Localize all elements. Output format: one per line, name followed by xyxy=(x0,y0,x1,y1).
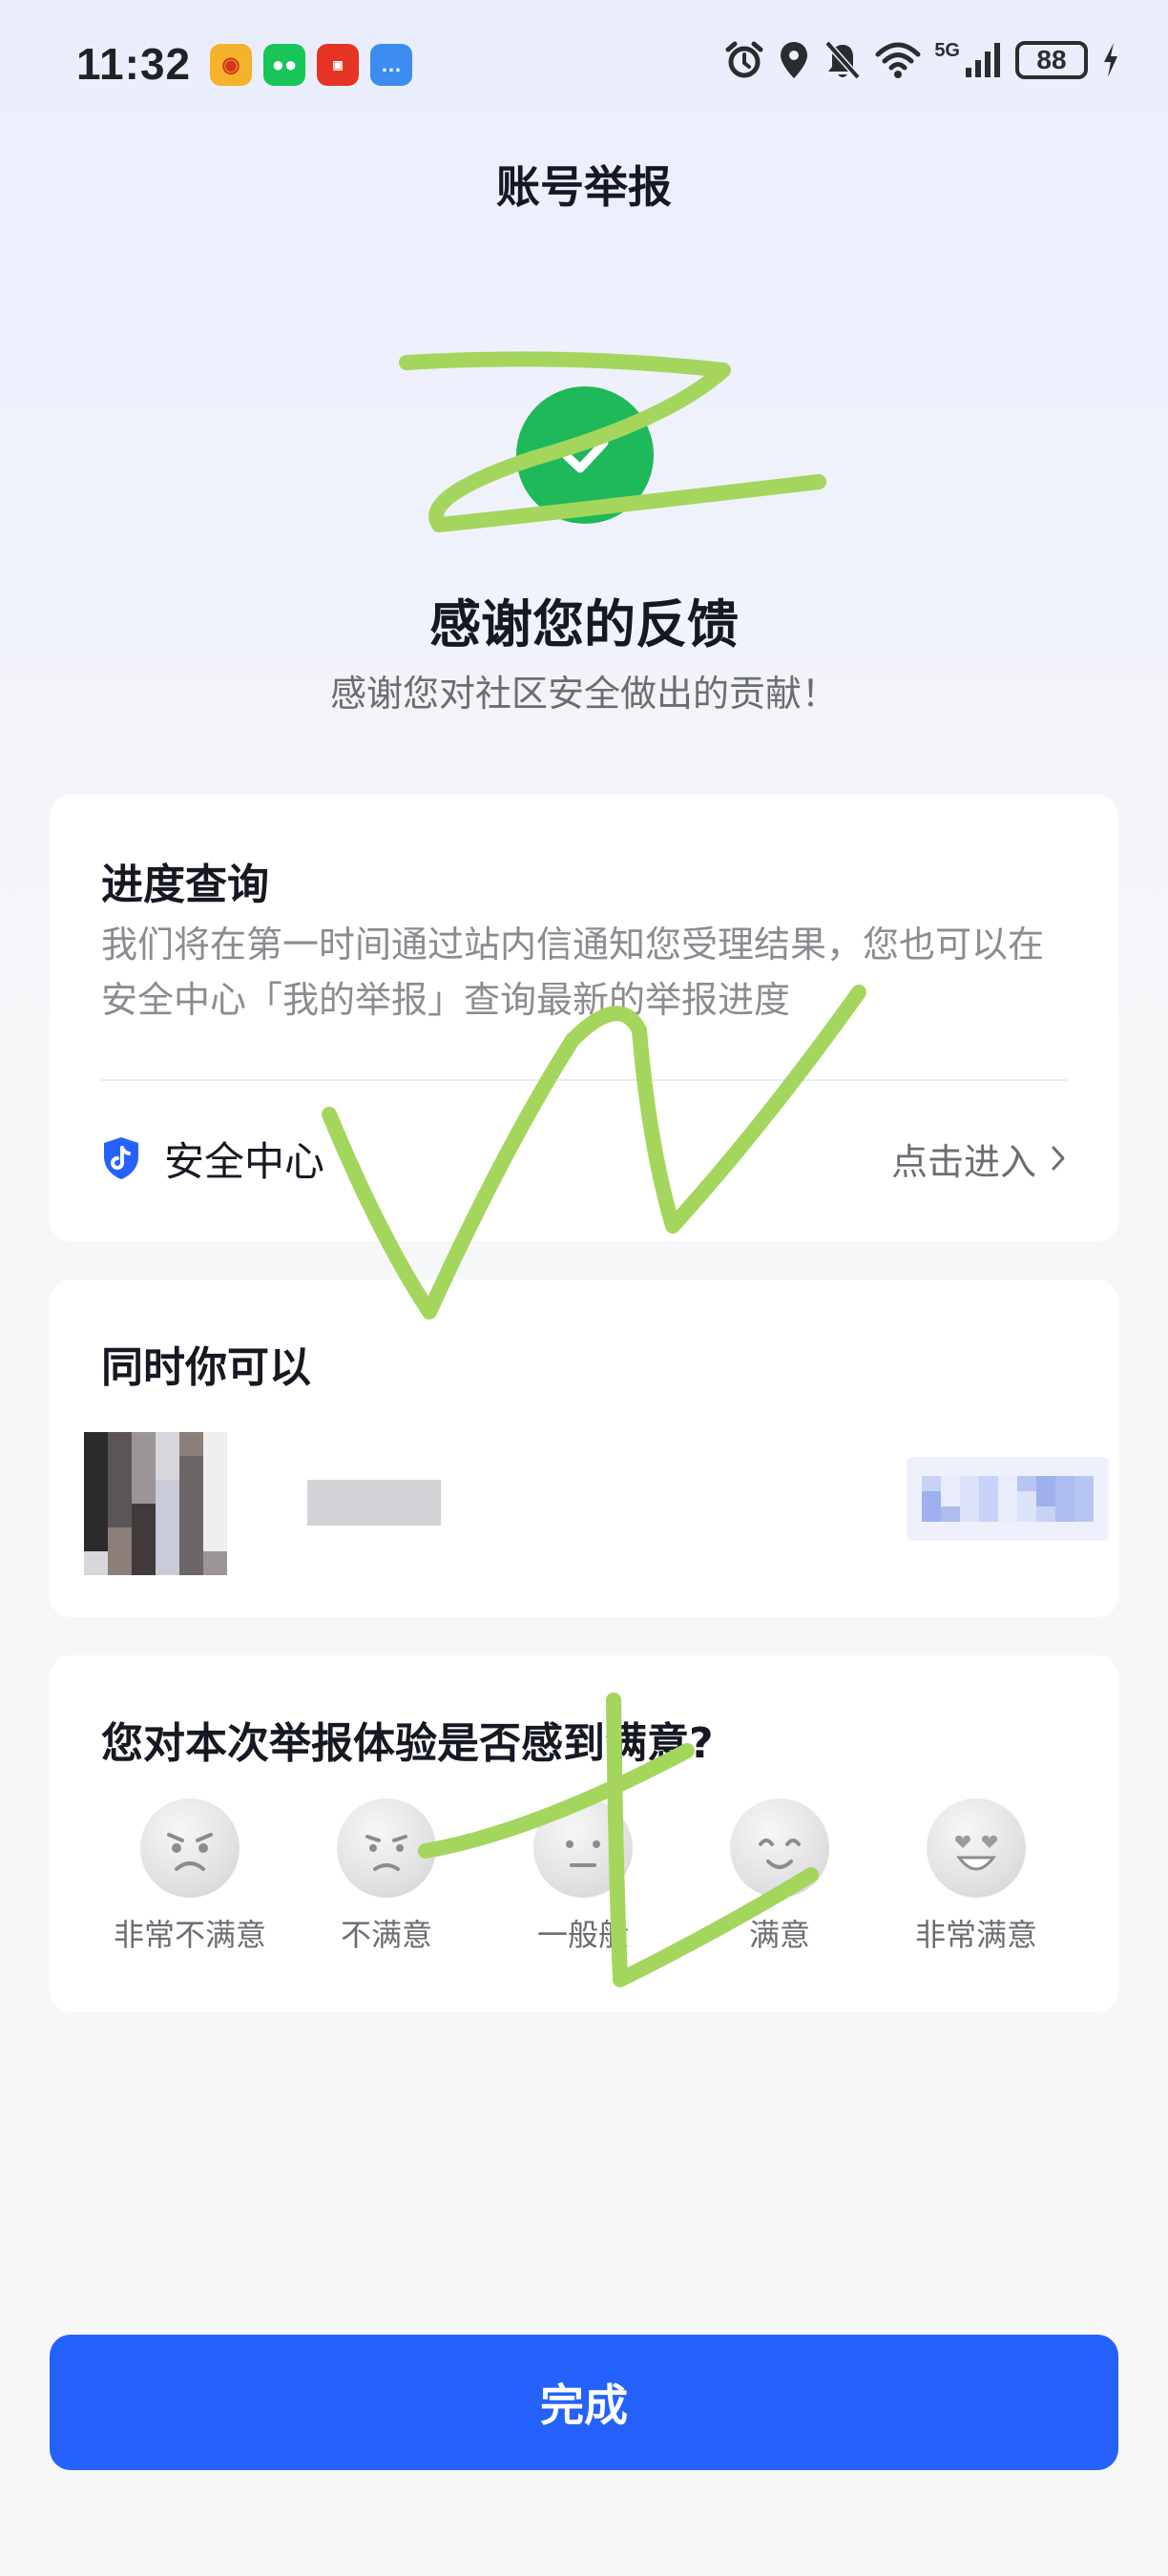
done-button[interactable]: 完成 xyxy=(50,2335,1118,2470)
shopping-app-icon: ▣ xyxy=(317,44,359,86)
alarm-icon xyxy=(725,41,763,78)
also-title: 同时你可以 xyxy=(101,1343,311,1392)
very-satisfied-face-icon xyxy=(927,1798,1026,1898)
rating-very-satisfied[interactable]: 非常满意 xyxy=(878,1798,1074,1955)
enter-link[interactable]: 点击进入 xyxy=(891,1132,1067,1185)
mute-icon xyxy=(824,40,861,80)
rating-options: 非常不满意 不满意 一般般 满意 非常满意 xyxy=(50,1798,1118,1989)
user-row[interactable] xyxy=(84,1432,1109,1594)
charging-icon xyxy=(1104,43,1117,77)
progress-card: 进度查询 我们将在第一时间通过站内信通知您受理结果，您也可以在安全中心「我的举报… xyxy=(50,795,1118,1241)
checkmark-icon xyxy=(562,438,609,473)
success-check-icon xyxy=(516,386,654,524)
network-type: 5G xyxy=(934,39,960,61)
rating-label: 不满意 xyxy=(340,1917,432,1953)
notification-icons: ◉ ●● ▣ … xyxy=(210,44,412,86)
very-dissatisfied-face-icon xyxy=(140,1798,240,1898)
rating-neutral[interactable]: 一般般 xyxy=(485,1798,681,1955)
security-center-row[interactable]: 安全中心 点击进入 xyxy=(101,1106,1067,1211)
rating-very-dissatisfied[interactable]: 非常不满意 xyxy=(92,1798,288,1955)
status-time: 11:32 xyxy=(76,39,192,89)
rating-title: 您对本次举报体验是否感到满意? xyxy=(101,1719,714,1768)
also-card: 同时你可以 xyxy=(50,1279,1118,1617)
rating-label: 非常不满意 xyxy=(113,1917,266,1953)
divider xyxy=(101,1079,1067,1081)
progress-description: 我们将在第一时间通过站内信通知您受理结果，您也可以在安全中心「我的举报」查询最新… xyxy=(101,924,1045,1021)
success-title: 感谢您的反馈 xyxy=(429,594,739,654)
enter-label: 点击进入 xyxy=(890,1140,1036,1183)
rating-dissatisfied[interactable]: 不满意 xyxy=(288,1798,485,1955)
signal-icon xyxy=(966,43,1000,77)
weibo-icon: ◉ xyxy=(210,44,252,86)
neutral-face-icon xyxy=(533,1798,633,1898)
shield-icon xyxy=(104,1137,138,1179)
progress-title: 进度查询 xyxy=(101,861,269,909)
battery-icon: 88 xyxy=(1015,41,1088,79)
security-center-label: 安全中心 xyxy=(164,1137,325,1185)
action-button-redacted[interactable] xyxy=(907,1457,1109,1541)
rating-card: 您对本次举报体验是否感到满意? 非常不满意 不满意 一般般 满意 非常满意 xyxy=(50,1655,1118,2012)
rating-label: 满意 xyxy=(748,1917,810,1953)
page-title: 账号举报 xyxy=(496,161,672,213)
chevron-right-icon xyxy=(1052,1146,1065,1171)
location-icon xyxy=(781,42,808,78)
message-icon: … xyxy=(370,44,412,86)
wechat-icon: ●● xyxy=(263,44,305,86)
dissatisfied-face-icon xyxy=(337,1798,436,1898)
status-bar: 11:32 ◉ ●● ▣ … 5G 88 xyxy=(0,0,1168,134)
rating-satisfied[interactable]: 满意 xyxy=(681,1798,878,1955)
wifi-icon xyxy=(875,42,921,78)
rating-label: 一般般 xyxy=(536,1917,629,1953)
rating-label: 非常满意 xyxy=(914,1917,1037,1953)
success-subtitle: 感谢您对社区安全做出的贡献！ xyxy=(329,673,838,715)
user-name-redacted xyxy=(307,1480,441,1526)
satisfied-face-icon xyxy=(730,1798,829,1898)
system-icons: 5G 88 xyxy=(724,40,1120,80)
avatar[interactable] xyxy=(84,1432,227,1575)
